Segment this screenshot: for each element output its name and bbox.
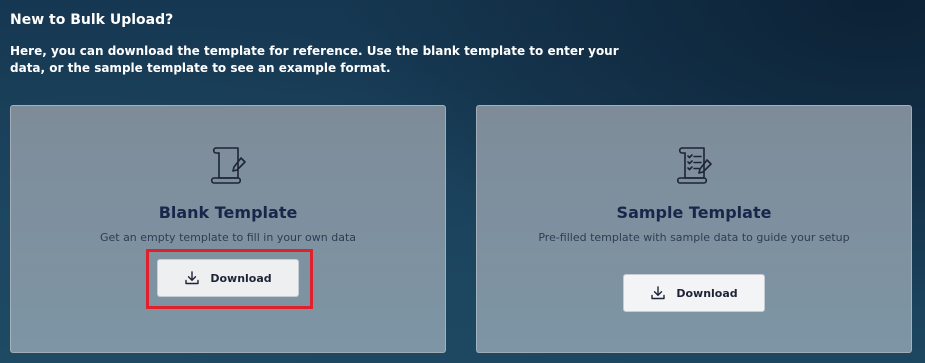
download-icon: [185, 271, 200, 285]
blank-template-title: Blank Template: [158, 203, 298, 222]
page-title: New to Bulk Upload?: [10, 12, 174, 28]
sample-document-icon: [676, 147, 712, 184]
sample-template-description: Pre-filled template with sample data to …: [538, 231, 850, 244]
sample-template-download-label: Download: [676, 286, 738, 300]
sample-template-download-button[interactable]: Download: [623, 274, 765, 312]
download-icon: [651, 286, 666, 300]
blank-template-download-button[interactable]: Download: [157, 259, 299, 297]
sample-template-title: Sample Template: [616, 203, 772, 222]
blank-template-card: Blank Template Get an empty template to …: [10, 105, 446, 353]
blank-template-description: Get an empty template to fill in your ow…: [99, 231, 357, 244]
blank-document-icon: [210, 147, 246, 184]
page-description: Here, you can download the template for …: [10, 44, 619, 75]
blank-template-download-label: Download: [210, 271, 272, 285]
sample-template-card: Sample Template Pre-filled template with…: [476, 105, 912, 353]
